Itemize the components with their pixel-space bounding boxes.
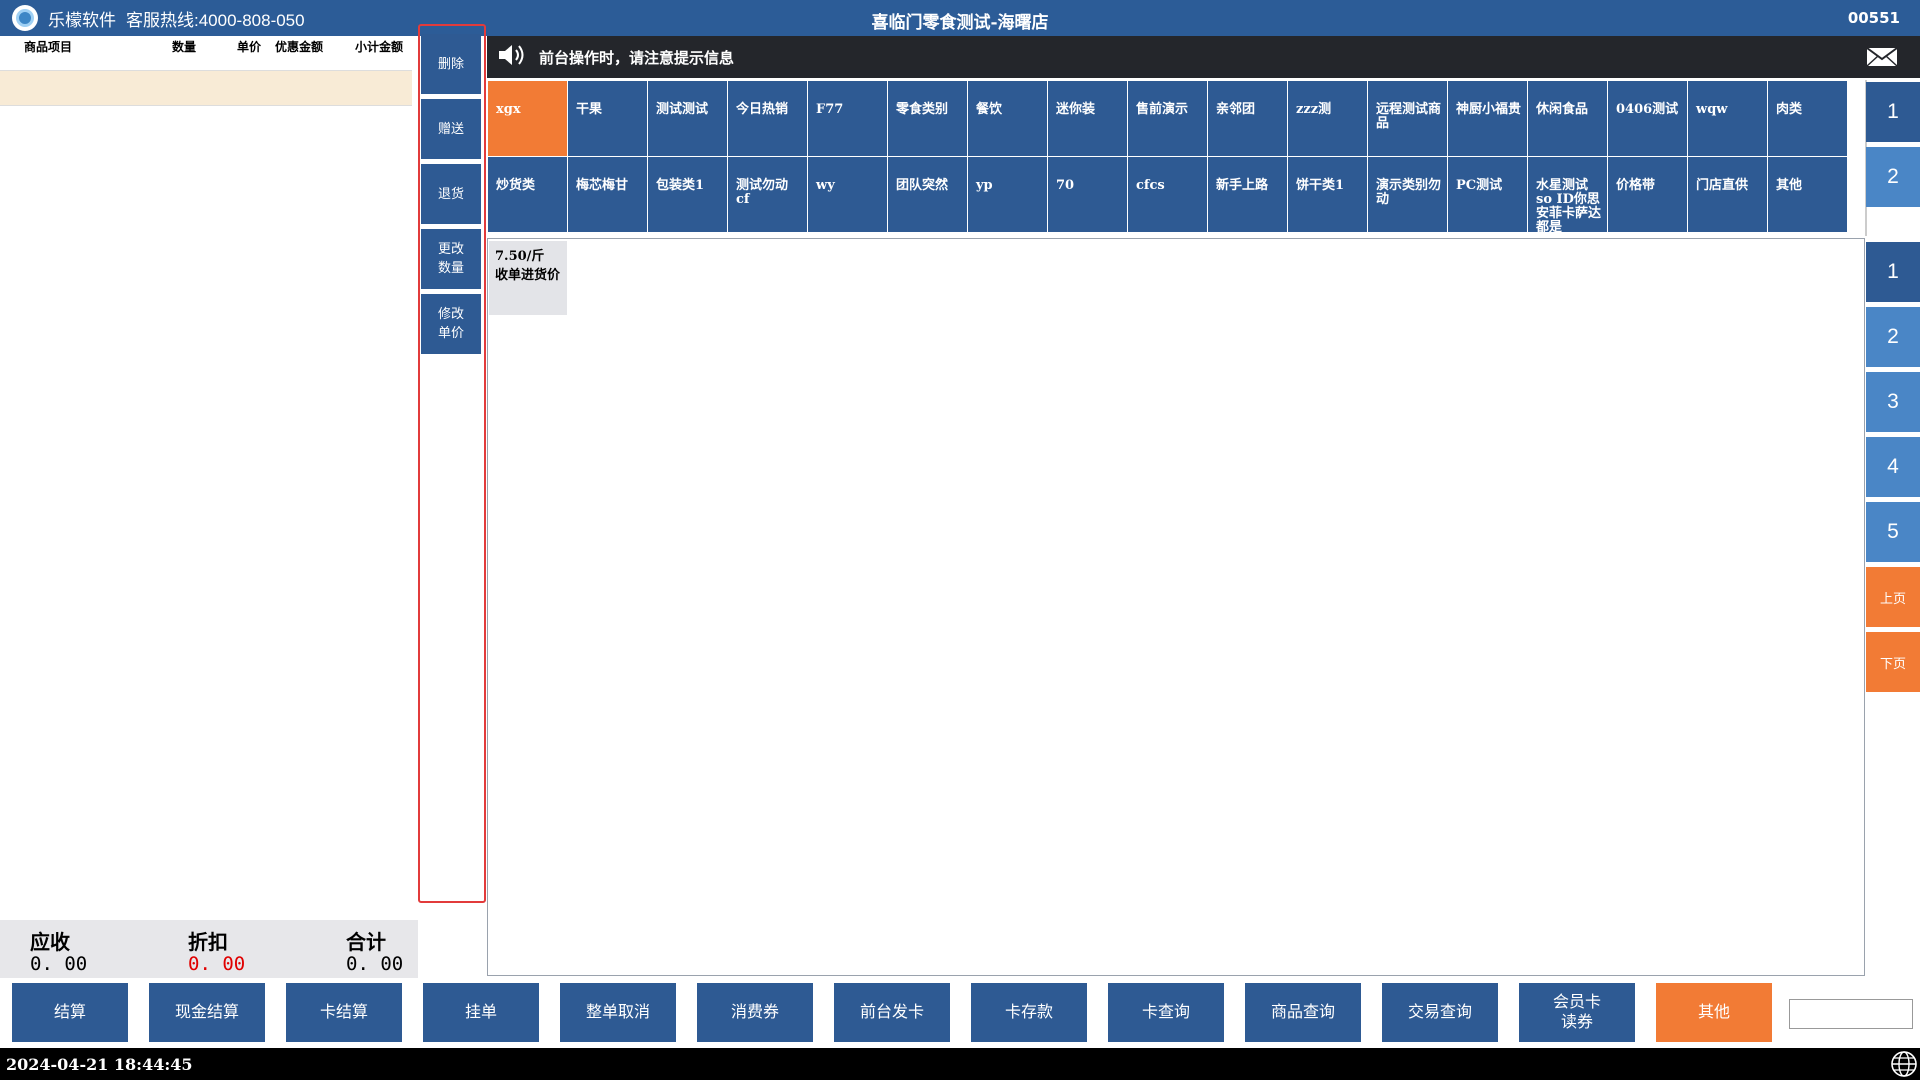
receivable-value: 0. 00: [30, 953, 88, 975]
col-subtotal: 小计金额: [355, 40, 404, 54]
function-button[interactable]: 结算: [12, 983, 128, 1042]
function-button[interactable]: 现金结算: [149, 983, 265, 1042]
category-page-1[interactable]: 1: [1866, 82, 1920, 142]
category-tile[interactable]: 售前演示: [1128, 81, 1207, 156]
category-grid: xgx 干果 测试测试 今日热销 F77 零食类别 餐饮 迷你装 售前演示 亲邻团 zzz测 远程测试…: [487, 80, 1867, 236]
category-tile[interactable]: F77: [808, 81, 887, 156]
change-price-button[interactable]: 修改单价: [421, 294, 481, 354]
function-button[interactable]: 其他: [1656, 983, 1772, 1042]
function-button[interactable]: 消费券: [697, 983, 813, 1042]
discount-label: 折扣: [188, 930, 228, 954]
product-page-3[interactable]: 3: [1866, 372, 1920, 432]
function-button[interactable]: 卡结算: [286, 983, 402, 1042]
totals-panel: 应收 0. 00 折扣 0. 00 合计 0. 00: [0, 920, 418, 978]
receivable-label: 应收: [30, 930, 70, 954]
product-area: 7.50/斤 收单进货价: [487, 238, 1865, 976]
category-tile[interactable]: xgx: [488, 81, 567, 156]
category-tile[interactable]: 演示类别勿动: [1368, 157, 1447, 232]
notice-bar: 前台操作时，请注意提示信息: [487, 36, 1920, 78]
category-tile[interactable]: 包装类1: [648, 157, 727, 232]
category-tile[interactable]: 远程测试商品: [1368, 81, 1447, 156]
col-qty: 数量: [172, 40, 197, 54]
category-tile[interactable]: 水星测试so ID你思安菲卡萨达都是: [1528, 157, 1607, 232]
category-tile[interactable]: 休闲食品: [1528, 81, 1607, 156]
category-tile[interactable]: 测试测试: [648, 81, 727, 156]
category-tile[interactable]: 价格带: [1608, 157, 1687, 232]
category-tile[interactable]: wy: [808, 157, 887, 232]
order-selected-row[interactable]: [0, 70, 412, 106]
product-page-5[interactable]: 5: [1866, 502, 1920, 562]
col-item: 商品项目: [24, 40, 73, 54]
category-tile[interactable]: 炒货类: [488, 157, 567, 232]
product-page-2[interactable]: 2: [1866, 307, 1920, 367]
globe-icon[interactable]: [1890, 1050, 1918, 1082]
category-tile[interactable]: 迷你装: [1048, 81, 1127, 156]
status-bar: 2024-04-21 18:44:45: [0, 1048, 1920, 1080]
function-button[interactable]: 会员卡读券: [1519, 983, 1635, 1042]
category-tile[interactable]: 0406测试: [1608, 81, 1687, 156]
function-button[interactable]: 挂单: [423, 983, 539, 1042]
store-title: 喜临门零食测试-海曙店: [871, 13, 1049, 33]
category-tile[interactable]: wqw: [1688, 81, 1767, 156]
function-button[interactable]: 卡查询: [1108, 983, 1224, 1042]
category-tile[interactable]: 新手上路: [1208, 157, 1287, 232]
datetime: 2024-04-21 18:44:45: [6, 1055, 193, 1074]
col-price: 单价: [237, 40, 262, 54]
total-label: 合计: [346, 930, 386, 954]
category-tile[interactable]: 其他: [1768, 157, 1847, 232]
category-tile[interactable]: 零食类别: [888, 81, 967, 156]
category-tile[interactable]: 梅芯梅甘: [568, 157, 647, 232]
delete-button[interactable]: 删除: [421, 34, 481, 94]
order-number: 00551: [1847, 9, 1900, 27]
mail-icon[interactable]: [1866, 47, 1898, 71]
category-tile[interactable]: 团队突然: [888, 157, 967, 232]
discount-value: 0. 00: [188, 953, 246, 975]
category-tile[interactable]: PC测试: [1448, 157, 1527, 232]
function-button[interactable]: 商品查询: [1245, 983, 1361, 1042]
product-name: 收单进货价: [495, 268, 561, 283]
product-page-4[interactable]: 4: [1866, 437, 1920, 497]
col-discount: 优惠金额: [275, 40, 324, 54]
speaker-icon: [497, 42, 527, 72]
prev-page-button[interactable]: 上页: [1866, 567, 1920, 627]
category-tile[interactable]: 饼干类1: [1288, 157, 1367, 232]
scan-input[interactable]: [1789, 999, 1913, 1029]
product-price: 7.50/斤: [495, 249, 545, 264]
notice-text: 前台操作时，请注意提示信息: [539, 48, 735, 67]
function-button[interactable]: 卡存款: [971, 983, 1087, 1042]
function-button[interactable]: 前台发卡: [834, 983, 950, 1042]
gift-button[interactable]: 赠送: [421, 99, 481, 159]
function-button[interactable]: 整单取消: [560, 983, 676, 1042]
category-tile[interactable]: 70: [1048, 157, 1127, 232]
category-tile[interactable]: 干果: [568, 81, 647, 156]
category-tile[interactable]: cfcs: [1128, 157, 1207, 232]
category-tile[interactable]: zzz测: [1288, 81, 1367, 156]
category-tile[interactable]: 门店直供: [1688, 157, 1767, 232]
category-tile[interactable]: 肉类: [1768, 81, 1847, 156]
brand-name: 乐檬软件: [48, 10, 116, 30]
category-tile[interactable]: 测试勿动cf: [728, 157, 807, 232]
discount: 折扣 0. 00: [188, 926, 245, 975]
service-hotline: 客服热线:4000-808-050: [126, 10, 305, 30]
function-button[interactable]: 交易查询: [1382, 983, 1498, 1042]
title-bar: 乐檬软件 客服热线:4000-808-050 喜临门零食测试-海曙店 00551: [0, 0, 1920, 36]
total-value: 0. 00: [346, 953, 404, 975]
order-table-header: 商品项目 数量 单价 优惠金额 小计金额: [0, 36, 412, 56]
product-page-1[interactable]: 1: [1866, 242, 1920, 302]
category-tile[interactable]: 今日热销: [728, 81, 807, 156]
next-page-button[interactable]: 下页: [1866, 632, 1920, 692]
change-qty-button[interactable]: 更改数量: [421, 229, 481, 289]
return-button[interactable]: 退货: [421, 164, 481, 224]
category-tile[interactable]: 亲邻团: [1208, 81, 1287, 156]
product-tile[interactable]: 7.50/斤 收单进货价: [489, 241, 567, 315]
category-tile[interactable]: 餐饮: [968, 81, 1047, 156]
receivable: 应收 0. 00: [30, 926, 87, 975]
category-page-2[interactable]: 2: [1866, 147, 1920, 207]
total: 合计 0. 00: [346, 926, 403, 975]
category-tile[interactable]: 神厨小福贵: [1448, 81, 1527, 156]
category-tile[interactable]: yp: [968, 157, 1047, 232]
app-logo-icon: [12, 5, 38, 31]
